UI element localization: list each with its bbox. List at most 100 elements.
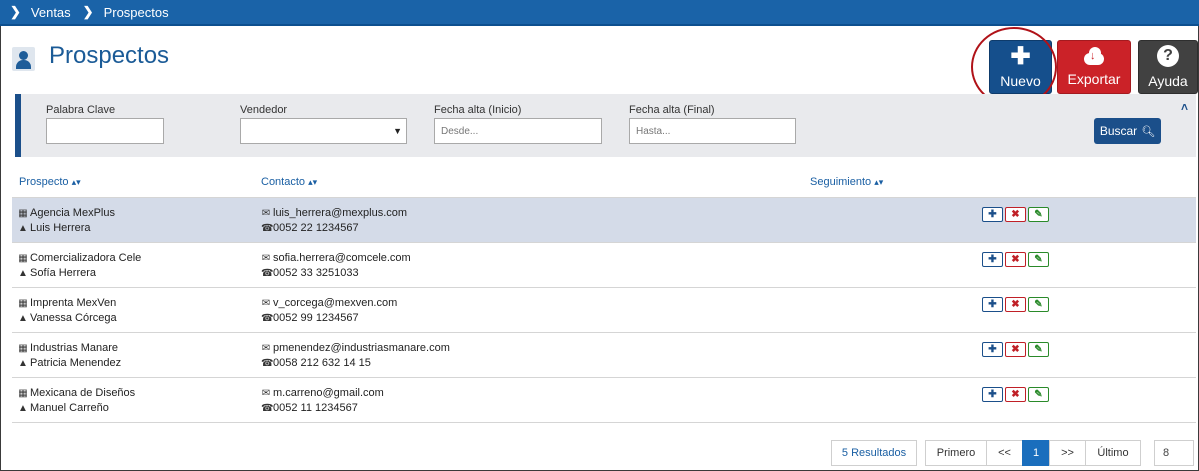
chevron-right-icon: ❯ — [82, 4, 94, 19]
edit-button[interactable]: ✎ — [1028, 207, 1049, 222]
user-plus-icon: ✚ — [988, 254, 997, 265]
edit-icon: ✎ — [1034, 344, 1043, 355]
close-icon: ✖ — [1011, 299, 1020, 310]
table-row[interactable]: ▦ Comercializadora Cele ▲ Sofía Herrera ✉ sof… — [12, 243, 1196, 288]
cloud-download-icon: ↓ — [1081, 47, 1107, 65]
page-title: Prospectos — [49, 42, 170, 69]
user-icon: ▲ — [18, 403, 28, 414]
contact-cell: ✉ pmenendez@industriasmanare.com ☎0058 212… — [261, 341, 450, 371]
user-icon: ▲ — [18, 223, 28, 234]
page-size-select[interactable]: 8 — [1154, 440, 1194, 466]
help-button[interactable]: ? Ayuda — [1138, 40, 1198, 94]
table-row[interactable]: ▦ Agencia MexPlus ▲ Luis Herrera ✉ luis_herre… — [12, 198, 1196, 243]
delete-button[interactable]: ✖ — [1005, 297, 1026, 312]
edit-icon: ✎ — [1034, 209, 1043, 220]
prospect-cell: ▦ Agencia MexPlus ▲ Luis Herrera — [18, 206, 115, 236]
phone-icon: ☎ — [261, 313, 274, 324]
user-plus-icon: ✚ — [988, 209, 997, 220]
breadcrumb-prospectos[interactable]: Prospectos — [104, 5, 169, 20]
edit-button[interactable]: ✎ — [1028, 252, 1049, 267]
close-icon: ✖ — [1011, 344, 1020, 355]
edit-button[interactable]: ✎ — [1028, 387, 1049, 402]
company-name: Imprenta MexVen — [30, 297, 117, 309]
column-header-contact[interactable]: Contacto ▴▾ — [261, 176, 317, 188]
user-icon: ▲ — [18, 268, 28, 279]
close-icon: ✖ — [1011, 254, 1020, 265]
prospect-cell: ▦ Mexicana de Diseños ▲ Manuel Carreño — [18, 386, 135, 416]
add-user-button[interactable]: ✚ — [982, 207, 1003, 222]
pagination-next[interactable]: >> — [1049, 440, 1086, 466]
edit-icon: ✎ — [1034, 389, 1043, 400]
keyword-input[interactable] — [46, 118, 164, 144]
column-header-followup-label: Seguimiento — [810, 176, 872, 188]
new-prospect-button[interactable]: ✚ Nuevo — [989, 40, 1052, 94]
contact-cell: ✉ v_corcega@mexven.com ☎0052 99 1234567 — [261, 296, 397, 326]
pagination-first[interactable]: Primero — [925, 440, 987, 466]
results-count: 5 Resultados — [831, 440, 917, 466]
delete-button[interactable]: ✖ — [1005, 342, 1026, 357]
envelope-icon: ✉ — [261, 388, 271, 399]
date-start-label: Fecha alta (Inicio) — [434, 104, 522, 116]
user-icon: ▲ — [18, 313, 28, 324]
help-button-label: Ayuda — [1148, 73, 1188, 89]
pagination-prev[interactable]: << — [986, 440, 1023, 466]
user-plus-icon: ✚ — [988, 344, 997, 355]
row-actions: ✚ ✖ ✎ — [982, 252, 1049, 267]
phone-icon: ☎ — [261, 223, 274, 234]
building-icon: ▦ — [18, 253, 28, 264]
contact-phone: 0058 212 632 14 15 — [273, 357, 371, 369]
company-name: Industrias Manare — [30, 342, 119, 354]
date-end-input[interactable]: Hasta... — [629, 118, 796, 144]
envelope-icon: ✉ — [261, 208, 271, 219]
breadcrumb-ventas[interactable]: Ventas — [31, 5, 71, 20]
add-user-button[interactable]: ✚ — [982, 342, 1003, 357]
plus-icon: ✚ — [1010, 43, 1031, 70]
user-icon — [12, 47, 35, 71]
building-icon: ▦ — [18, 208, 28, 219]
delete-button[interactable]: ✖ — [1005, 252, 1026, 267]
chevron-right-icon: ❯ — [10, 4, 21, 19]
contact-email[interactable]: pmenendez@industriasmanare.com — [273, 342, 450, 354]
date-end-label: Fecha alta (Final) — [629, 104, 715, 116]
add-user-button[interactable]: ✚ — [982, 387, 1003, 402]
delete-button[interactable]: ✖ — [1005, 387, 1026, 402]
search-icon: 🔍︎ — [1141, 125, 1156, 138]
sort-icon: ▴▾ — [71, 177, 81, 187]
column-header-contact-label: Contacto — [261, 176, 306, 188]
contact-email[interactable]: sofia.herrera@comcele.com — [273, 252, 411, 264]
contact-phone: 0052 99 1234567 — [273, 312, 359, 324]
envelope-icon: ✉ — [261, 253, 271, 264]
edit-icon: ✎ — [1034, 299, 1043, 310]
edit-button[interactable]: ✎ — [1028, 342, 1049, 357]
edit-icon: ✎ — [1034, 254, 1043, 265]
contact-phone: 0052 11 1234567 — [273, 402, 358, 414]
search-button[interactable]: Buscar 🔍︎ — [1094, 118, 1161, 144]
pagination-page-1[interactable]: 1 — [1022, 440, 1050, 466]
table-row[interactable]: ▦ Mexicana de Diseños ▲ Manuel Carreño ✉ m.ca… — [12, 378, 1196, 423]
contact-email[interactable]: luis_herrera@mexplus.com — [273, 207, 407, 219]
table-row[interactable]: ▦ Industrias Manare ▲ Patricia Menendez ✉ pme… — [12, 333, 1196, 378]
seller-select[interactable]: ▼ — [240, 118, 407, 144]
contact-email[interactable]: m.carreno@gmail.com — [273, 387, 384, 399]
chevron-up-icon[interactable]: ˄ — [1181, 100, 1188, 114]
contact-cell: ✉ m.carreno@gmail.com ☎0052 11 1234567 — [261, 386, 384, 416]
edit-button[interactable]: ✎ — [1028, 297, 1049, 312]
phone-icon: ☎ — [261, 358, 274, 369]
row-actions: ✚ ✖ ✎ — [982, 387, 1049, 402]
export-button[interactable]: ↓ Exportar — [1057, 40, 1131, 94]
column-header-prospect[interactable]: Prospecto ▴▾ — [19, 176, 81, 188]
contact-cell: ✉ luis_herrera@mexplus.com ☎0052 22 123456… — [261, 206, 407, 236]
contact-email[interactable]: v_corcega@mexven.com — [273, 297, 397, 309]
row-actions: ✚ ✖ ✎ — [982, 297, 1049, 312]
building-icon: ▦ — [18, 343, 28, 354]
add-user-button[interactable]: ✚ — [982, 297, 1003, 312]
pagination-last[interactable]: Último — [1085, 440, 1141, 466]
add-user-button[interactable]: ✚ — [982, 252, 1003, 267]
delete-button[interactable]: ✖ — [1005, 207, 1026, 222]
dropdown-caret-icon: ▼ — [393, 126, 402, 136]
date-start-input[interactable]: Desde... — [434, 118, 602, 144]
table-row[interactable]: ▦ Imprenta MexVen ▲ Vanessa Córcega ✉ v_corce… — [12, 288, 1196, 333]
company-name: Agencia MexPlus — [30, 207, 115, 219]
building-icon: ▦ — [18, 388, 28, 399]
column-header-followup[interactable]: Seguimiento ▴▾ — [810, 176, 883, 188]
